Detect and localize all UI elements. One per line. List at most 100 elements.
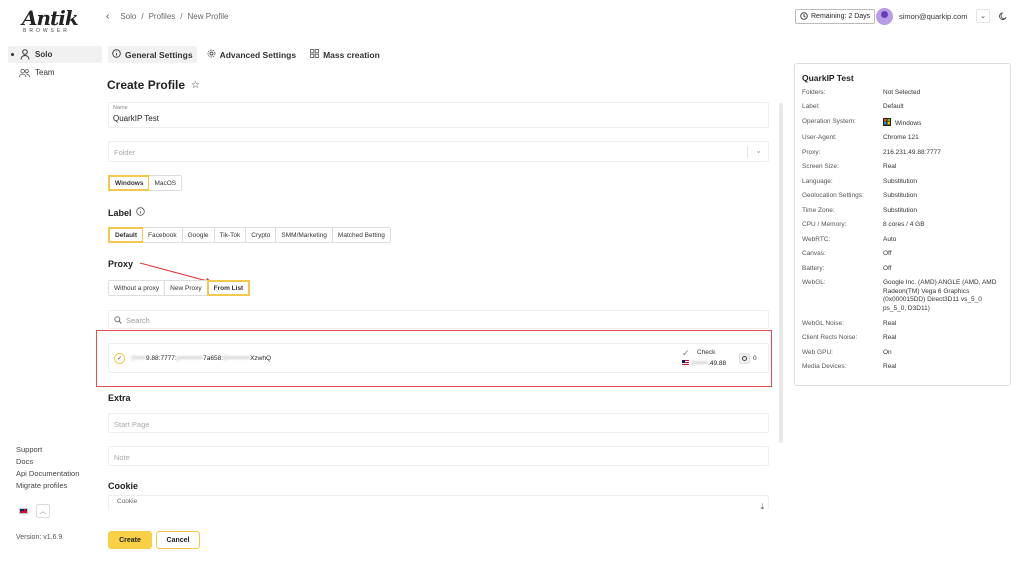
check-proxy-button[interactable]: Check (697, 349, 715, 356)
sidebar-item-label: Team (35, 68, 55, 77)
summary-row: WebGL Noise: Real (802, 319, 897, 327)
version-label: Version: v1.6.9 (16, 534, 63, 541)
check-mark-icon: ✓ (682, 348, 690, 358)
us-flag-icon (682, 360, 689, 365)
tab-label: Mass creation (323, 49, 380, 60)
sidebar-item-team[interactable]: Team (8, 64, 102, 81)
cookie-label: Cookie (117, 498, 138, 505)
summary-row: WebGL: Google Inc. (AMD) ANGLE (AMD, AMD … (802, 279, 997, 313)
os-windows-button[interactable]: Windows (107, 175, 151, 191)
name-field[interactable]: Name QuarkIP Test (108, 102, 769, 128)
summary-row: Proxy: 216.231.49.88:7777 (802, 148, 941, 156)
info-icon (112, 49, 121, 60)
avatar[interactable] (876, 8, 893, 25)
gear-icon (207, 49, 216, 60)
import-icon[interactable]: ⤓ (760, 502, 764, 512)
breadcrumb: ‹ Solo / Profiles / New Profile (106, 11, 229, 22)
extra-heading: Extra (108, 393, 131, 403)
proxy-heading: Proxy (108, 259, 134, 269)
summary-row: Media Devices: Real (802, 363, 897, 371)
team-icon (19, 67, 30, 78)
summary-row: Operation System: Windows (802, 117, 922, 127)
summary-row: Geolocation Settings: Substitution (802, 192, 917, 200)
summary-title: QuarkIP Test (802, 73, 854, 83)
summary-row: Screen Size: Real (802, 163, 897, 171)
proxy-type-selector: Without a proxy New Proxy From List (108, 280, 251, 296)
settings-tabs: General Settings Advanced Settings Mass … (108, 46, 384, 63)
summary-row: CPU / Memory: 8 cores / 4 GB (802, 221, 925, 229)
os-macos-button[interactable]: MacOS (149, 176, 182, 190)
clock-icon (800, 11, 808, 22)
os-selector: Windows MacOS (107, 175, 183, 191)
name-value: QuarkIP Test (113, 114, 159, 123)
label-crypto-button[interactable]: Crypto (246, 228, 277, 242)
uk-flag-icon (19, 508, 28, 514)
cookie-textarea[interactable]: Cookie ⤓ (108, 495, 769, 512)
tab-mass-creation[interactable]: Mass creation (306, 46, 384, 63)
folder-placeholder: Folder (114, 148, 136, 157)
label-facebook-button[interactable]: Facebook (143, 228, 183, 242)
support-link[interactable]: Support (16, 445, 42, 454)
tab-advanced-settings[interactable]: Advanced Settings (203, 46, 301, 63)
label-heading-text: Label (108, 207, 132, 218)
label-heading: Label (108, 207, 145, 218)
moon-icon[interactable] (996, 9, 1010, 23)
folder-select[interactable]: Folder ⌄ (108, 141, 769, 162)
logo-subtext: BROWSER (23, 28, 70, 34)
chevron-up-icon[interactable]: ︿ (36, 504, 50, 518)
remaining-badge[interactable]: Remaining: 2 Days (795, 9, 876, 24)
migrate-profiles-link[interactable]: Migrate profiles (16, 481, 67, 490)
start-page-placeholder: Start Page (114, 420, 150, 429)
proxy-search-input[interactable]: Search (108, 310, 769, 329)
label-google-button[interactable]: Google (182, 228, 215, 242)
docs-link[interactable]: Docs (16, 457, 33, 466)
proxy-none-button[interactable]: Without a proxy (109, 281, 166, 295)
form-scrollbar[interactable] (779, 103, 783, 443)
label-default-button[interactable]: Default (107, 227, 145, 243)
app-logo: Antik BROWSER (22, 6, 79, 34)
summary-row: Battery: Off (802, 264, 892, 272)
chevron-down-icon[interactable]: ⌄ (976, 9, 990, 23)
chevron-down-icon[interactable]: ⌄ (755, 146, 762, 155)
language-selector[interactable]: ︿ (16, 503, 56, 519)
profile-summary-panel: QuarkIP Test Folders: Not Selected Label:… (794, 63, 1011, 386)
back-chevron-icon[interactable]: ‹ (106, 11, 109, 22)
summary-row: Web GPU: On (802, 348, 892, 356)
tab-general-settings[interactable]: General Settings (108, 46, 197, 63)
windows-icon (883, 117, 891, 126)
label-smm-button[interactable]: SMM/Marketing (276, 228, 333, 242)
summary-row: Label: Default (802, 103, 904, 111)
proxy-from-list-button[interactable]: From List (206, 280, 251, 296)
sidebar-item-solo[interactable]: Solo (8, 46, 102, 63)
logo-text: Antik (22, 6, 79, 30)
tab-label: Advanced Settings (219, 49, 297, 60)
note-input[interactable]: Note (108, 446, 769, 466)
page-title: Create Profile ☆ (107, 78, 200, 92)
summary-row: WebRTC: Auto (802, 235, 897, 243)
create-button[interactable]: Create (108, 531, 152, 549)
info-icon[interactable] (135, 207, 145, 218)
proxy-list-item[interactable]: ✓ 2•••••9.88:7777:p••••••••••7a658:S••••… (108, 343, 769, 373)
api-docs-link[interactable]: Api Documentation (16, 469, 79, 478)
label-tiktok-button[interactable]: Tik-Tok (214, 228, 247, 242)
breadcrumb-new-profile: New Profile (187, 12, 229, 21)
start-page-input[interactable]: Start Page (108, 413, 769, 433)
breadcrumb-profiles[interactable]: Profiles (149, 12, 176, 21)
proxy-ip: 2••••••.49.88 (682, 360, 726, 367)
cookie-heading: Cookie (108, 481, 139, 491)
remaining-text: Remaining: 2 Days (811, 13, 871, 20)
name-label: Name (113, 105, 128, 111)
user-email[interactable]: simon@quarkip.com (899, 12, 967, 21)
tab-label: General Settings (125, 49, 193, 60)
breadcrumb-solo[interactable]: Solo (120, 12, 136, 21)
proxy-new-button[interactable]: New Proxy (165, 281, 208, 295)
search-icon (114, 316, 122, 326)
settings-icon[interactable] (739, 353, 750, 366)
page-title-text: Create Profile (107, 78, 186, 92)
cancel-button[interactable]: Cancel (156, 531, 200, 549)
label-matched-betting-button[interactable]: Matched Betting (332, 228, 390, 242)
search-placeholder: Search (126, 316, 150, 325)
person-icon (19, 49, 30, 60)
star-icon[interactable]: ☆ (191, 80, 200, 91)
selected-check-icon[interactable]: ✓ (114, 353, 125, 364)
